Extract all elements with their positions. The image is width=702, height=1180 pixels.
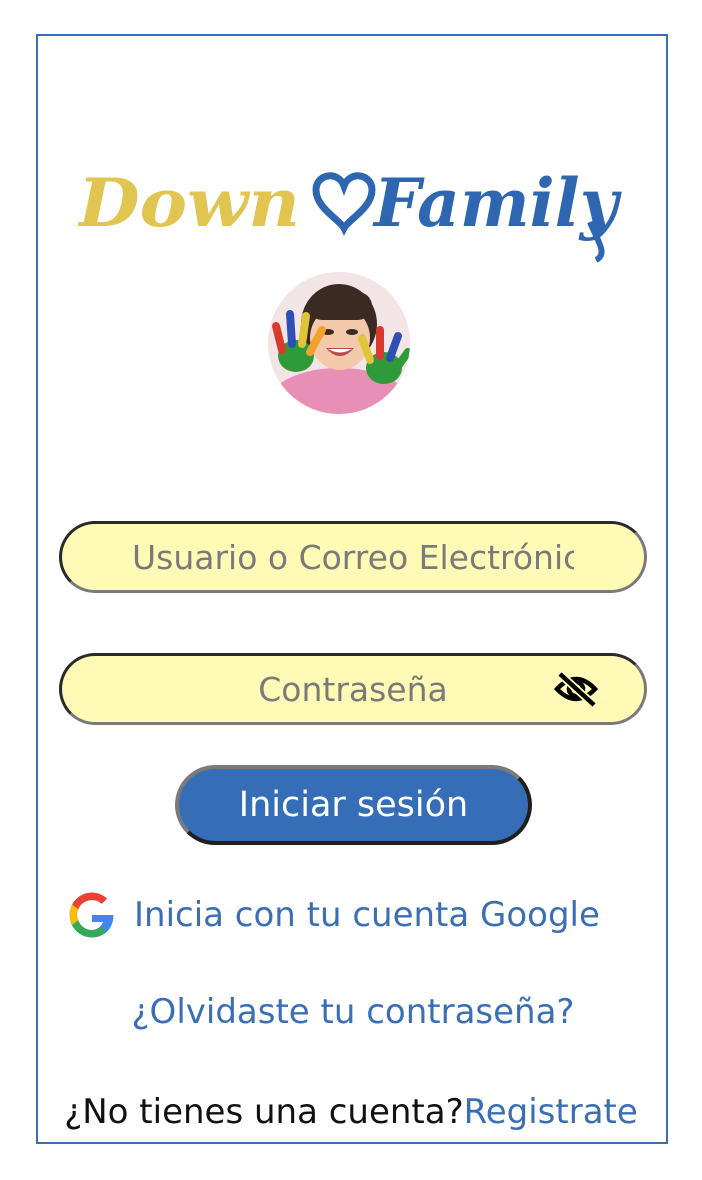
google-signin-label[interactable]: Inicia con tu cuenta Google (134, 895, 600, 935)
password-field[interactable] (59, 653, 647, 725)
username-field[interactable] (59, 521, 647, 593)
username-input[interactable] (62, 524, 644, 590)
signup-prompt: ¿No tienes una cuenta? (64, 1092, 464, 1132)
signup-link[interactable]: Registrate (464, 1092, 638, 1132)
logo-word-family: Family (372, 164, 623, 242)
child-avatar-image (268, 272, 410, 414)
heart-icon (312, 172, 376, 236)
google-icon (69, 892, 114, 938)
down-family-logo: Down Family (76, 150, 626, 270)
forgot-password-link[interactable]: ¿Olvidaste tu contraseña? (0, 992, 702, 1032)
google-signin-link[interactable]: Inicia con tu cuenta Google (66, 888, 600, 942)
login-button[interactable]: Iniciar sesión (175, 765, 532, 845)
signup-row: ¿No tienes una cuenta?Registrate (0, 1092, 702, 1132)
logo-word-down: Down (78, 164, 300, 242)
eye-off-icon[interactable] (554, 671, 598, 707)
